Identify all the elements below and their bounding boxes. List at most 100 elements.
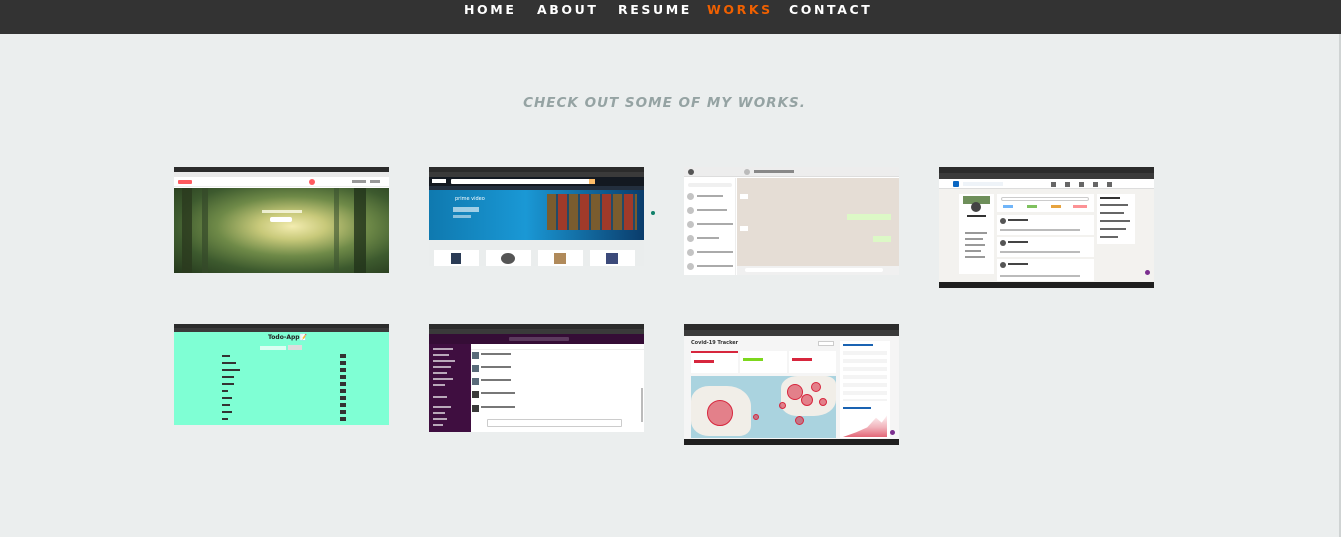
product-card	[590, 250, 635, 266]
status-dot	[1145, 270, 1150, 275]
delete-icon	[340, 417, 346, 421]
chat-list-item	[697, 209, 727, 211]
feed-post	[997, 259, 1094, 281]
post-author	[1008, 241, 1028, 243]
channel-item	[433, 354, 449, 356]
tree-trunk	[354, 188, 366, 273]
product-card	[434, 250, 479, 266]
slack-messages	[471, 344, 644, 432]
status-dot	[890, 430, 895, 435]
news-item	[1100, 236, 1118, 238]
portfolio-item-linkedin-clone[interactable]	[939, 167, 1154, 288]
nav-home-link[interactable]: HOME	[464, 2, 516, 17]
notifications-icon	[1107, 182, 1112, 187]
portfolio-item-amazon-clone[interactable]: prime video	[429, 167, 644, 266]
channel-item	[433, 348, 453, 350]
post-actions	[1000, 275, 1080, 277]
chat-message-sent	[847, 214, 891, 220]
chat-list-item	[697, 265, 733, 267]
nav-resume-link[interactable]: RESUME	[618, 2, 692, 17]
avatar	[1000, 240, 1006, 246]
case-circle	[779, 402, 786, 409]
nav-about-link[interactable]: ABOUT	[537, 2, 599, 17]
chat-name	[754, 170, 794, 173]
portfolio-item-todo-app[interactable]: Todo-App📝	[174, 324, 389, 425]
banner-subtext	[453, 215, 471, 218]
avatar	[472, 405, 479, 412]
todo-item	[222, 383, 234, 385]
worldwide-cases-chart	[843, 415, 887, 437]
product-image	[451, 253, 461, 264]
tree-trunk	[182, 188, 192, 273]
message-text	[481, 392, 515, 394]
scrollbar	[641, 388, 643, 422]
delete-icon	[340, 361, 346, 365]
profile-sidebar	[959, 194, 994, 274]
live-cases-table	[843, 351, 887, 401]
avatar	[1000, 262, 1006, 268]
browser-address-bar	[684, 330, 899, 336]
portfolio-item-slack-clone[interactable]	[429, 324, 644, 432]
avatar	[687, 263, 694, 270]
search-input	[509, 337, 569, 341]
post-actions	[1000, 251, 1080, 253]
todo-app-title: Todo-App📝	[268, 334, 308, 341]
news-heading	[1100, 197, 1120, 199]
product-image	[606, 253, 618, 264]
avatar	[744, 169, 750, 175]
avatar	[687, 207, 694, 214]
avatar	[687, 235, 694, 242]
slack-header	[429, 334, 644, 344]
taskbar	[939, 282, 1154, 288]
deaths-card	[789, 351, 836, 373]
message-text	[481, 366, 511, 368]
avatar	[687, 249, 694, 256]
channel-item	[433, 384, 445, 386]
channel-header	[471, 344, 644, 350]
jobs-icon	[1079, 182, 1084, 187]
header-link	[352, 180, 366, 183]
post-actions	[1000, 229, 1080, 231]
event-icon	[1051, 205, 1061, 208]
case-circle	[707, 400, 733, 426]
chat-message-sent	[873, 236, 891, 242]
search-input	[963, 182, 1003, 186]
amazon-logo-icon	[432, 179, 446, 183]
chat-window	[737, 178, 899, 266]
portfolio-item-airbnb-clone[interactable]	[174, 167, 389, 273]
avatar	[687, 193, 694, 200]
covid-tracker-title: Covid-19 Tracker	[691, 340, 739, 346]
nav-contact-link[interactable]: CONTACT	[789, 2, 872, 17]
taskbar	[684, 439, 899, 445]
prime-video-banner: prime video	[429, 190, 644, 240]
hero-text	[262, 210, 302, 213]
banner-heading	[453, 207, 479, 212]
delete-icon	[340, 389, 346, 393]
messaging-icon	[1093, 182, 1098, 187]
avatar	[1000, 218, 1006, 224]
header-link	[370, 180, 380, 183]
case-circle	[795, 416, 804, 425]
case-circle	[801, 394, 813, 406]
movie-posters-image	[547, 194, 637, 230]
recovered-value	[743, 358, 763, 361]
news-item	[1100, 220, 1130, 222]
linkedin-header	[939, 179, 1154, 189]
cases-card	[691, 351, 738, 373]
channel-item	[433, 406, 451, 408]
amazon-search-input	[451, 179, 591, 184]
portfolio-item-whatsapp-clone[interactable]	[684, 167, 899, 275]
chat-list-item	[697, 195, 723, 197]
message-text	[481, 406, 515, 408]
channel-item	[433, 396, 447, 398]
delete-icon	[340, 354, 346, 358]
start-post-input	[1001, 197, 1089, 201]
sidebar-link	[965, 250, 981, 252]
photo-icon	[1003, 205, 1013, 208]
nav-works-link[interactable]: WORKS	[707, 2, 773, 17]
site-header	[174, 177, 389, 187]
todo-item	[222, 411, 232, 413]
profile-name	[967, 215, 986, 217]
chat-message-received	[740, 194, 748, 199]
portfolio-item-covid-tracker[interactable]: Covid-19 Tracker	[684, 324, 899, 445]
